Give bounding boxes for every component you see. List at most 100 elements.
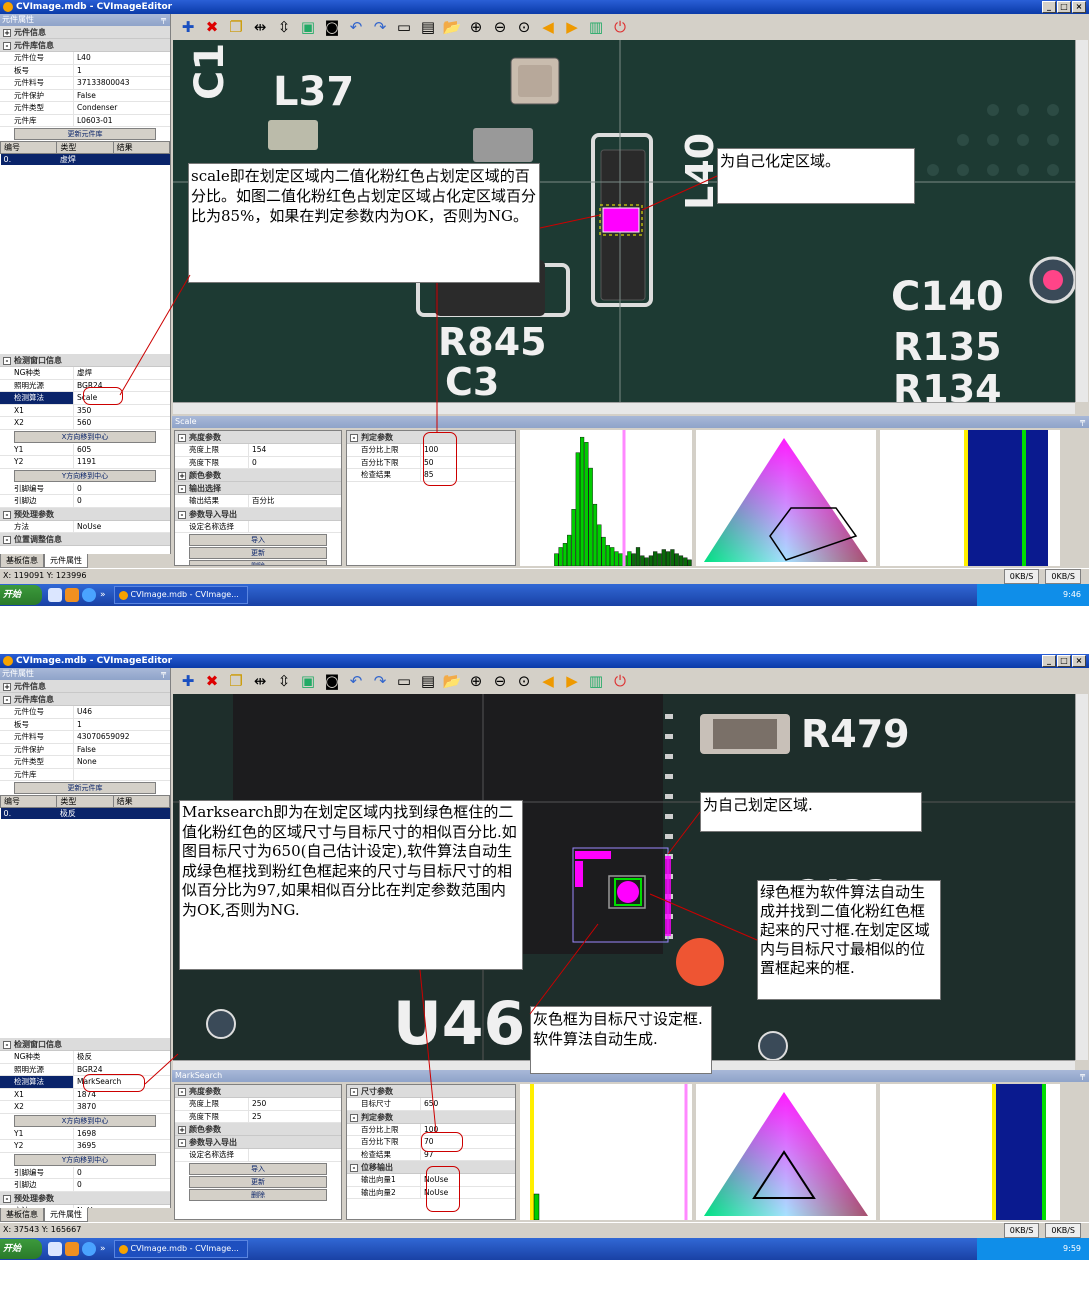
collapse-icon[interactable]: -	[3, 510, 11, 519]
prop-value[interactable]: 43070659092	[74, 731, 170, 743]
prop-row[interactable]: 元件料号 37133800043	[0, 77, 170, 90]
prop-row[interactable]: 引脚边 0	[0, 495, 170, 508]
prop-row[interactable]: 引脚边 0	[0, 1179, 170, 1192]
zoom-in-icon[interactable]: ⊕	[466, 17, 486, 37]
category-inspect-window[interactable]: - 检测窗口信息	[0, 1038, 170, 1051]
category-library-info[interactable]: - 元件库信息	[0, 39, 170, 52]
prop-row[interactable]: Y1 1698	[0, 1127, 170, 1140]
save-icon[interactable]: ▤	[418, 671, 438, 691]
taskbar-item[interactable]: CVImage.mdb - CVImage...	[113, 586, 248, 604]
vertical-scrollbar[interactable]	[1075, 694, 1088, 1060]
taskbar-item[interactable]: CVImage.mdb - CVImage...	[113, 1240, 248, 1258]
prop-value[interactable]: 605	[74, 444, 170, 456]
center-y-button[interactable]: Y方向移到中心	[14, 469, 156, 482]
prop-row[interactable]: 设定名称选择	[175, 520, 341, 533]
prop-value[interactable]: 0	[74, 1179, 170, 1191]
update-library-button[interactable]: 更新元件库	[14, 782, 156, 794]
col-no[interactable]: 编号	[0, 141, 58, 154]
prop-value[interactable]: 560	[74, 417, 170, 429]
prop-value[interactable]: 650	[421, 1098, 515, 1110]
category-brightness[interactable]: - 亮度参数	[175, 1085, 341, 1098]
prop-value[interactable]: 虚焊	[74, 367, 170, 379]
zoom-out-icon[interactable]: ⊖	[490, 17, 510, 37]
library-icon[interactable]: ▥	[586, 671, 606, 691]
prop-value[interactable]: L0603-01	[74, 115, 170, 127]
prop-row[interactable]: 引脚编号 0	[0, 482, 170, 495]
category-output[interactable]: - 输出选择	[175, 482, 341, 495]
prop-row[interactable]: 元件库 L0603-01	[0, 114, 170, 127]
collapse-icon[interactable]: -	[3, 696, 11, 704]
start-button[interactable]: 开始	[0, 585, 42, 605]
prop-row[interactable]: 元件保护 False	[0, 743, 170, 756]
prop-row[interactable]: X2 3870	[0, 1101, 170, 1114]
minimize-button[interactable]: _	[1042, 1, 1056, 13]
prop-row[interactable]: X1 350	[0, 404, 170, 417]
collapse-icon[interactable]: -	[3, 536, 11, 544]
update-button[interactable]: 更新	[189, 1175, 327, 1188]
prop-value[interactable]: L40	[74, 52, 170, 64]
prop-row[interactable]: X2 560	[0, 417, 170, 430]
category-import-export[interactable]: - 参数导入导出	[175, 1136, 341, 1149]
prev-icon[interactable]: ◀	[538, 671, 558, 691]
desktop-icon[interactable]	[48, 1242, 62, 1256]
delete-button[interactable]: 删除	[189, 560, 327, 565]
prop-value[interactable]: 百分比	[249, 495, 341, 507]
maximize-button[interactable]: □	[1057, 1, 1071, 13]
prop-row[interactable]: 元件位号 U46	[0, 706, 170, 719]
collapse-icon[interactable]: -	[3, 42, 11, 50]
prop-value[interactable]: 0	[74, 495, 170, 507]
col-no[interactable]: 编号	[0, 795, 58, 808]
category-preprocess[interactable]: - 预处理参数	[0, 1191, 170, 1205]
prop-value[interactable]: 1	[74, 65, 170, 77]
copy-icon[interactable]: ❐	[226, 671, 246, 691]
collapse-icon[interactable]: -	[3, 1041, 11, 1049]
prop-value[interactable]: 25	[249, 1111, 341, 1123]
collapse-icon[interactable]: -	[350, 1164, 358, 1172]
prop-row[interactable]: 设定名称选择	[175, 1149, 341, 1162]
prop-value[interactable]: 极反	[74, 1051, 170, 1063]
prop-row[interactable]: Y2 1191	[0, 456, 170, 469]
next-icon[interactable]: ▶	[562, 17, 582, 37]
list-item[interactable]: 0. 虚焊	[0, 153, 170, 165]
collapse-icon[interactable]: -	[178, 1139, 186, 1147]
category-inspect-window[interactable]: - 检测窗口信息	[0, 354, 170, 367]
prop-row[interactable]: 板号 1	[0, 64, 170, 77]
category-position-adjust[interactable]: -位置调整信息	[0, 533, 170, 546]
expand-icon[interactable]: +	[3, 29, 11, 37]
pin-icon[interactable]: ╤	[161, 14, 166, 26]
tab-base-info[interactable]: 基板信息	[0, 1208, 44, 1222]
image-icon[interactable]: ▣	[298, 17, 318, 37]
category-size[interactable]: - 尺寸参数	[347, 1085, 515, 1098]
category-import-export[interactable]: - 参数导入导出	[175, 507, 341, 521]
browser-icon[interactable]	[82, 1242, 96, 1256]
collapse-icon[interactable]: -	[178, 1088, 186, 1096]
vertical-scrollbar[interactable]	[1075, 40, 1088, 402]
minimize-button[interactable]: _	[1042, 655, 1056, 667]
fit-height-icon[interactable]: ⇳	[274, 671, 294, 691]
prop-row[interactable]: 元件料号 43070659092	[0, 731, 170, 744]
prop-row[interactable]: Y1 605	[0, 443, 170, 456]
prop-row[interactable]: 方法NoUse	[0, 520, 170, 533]
chevron-icon[interactable]: »	[100, 1244, 106, 1254]
prop-value[interactable]: 0	[74, 1167, 170, 1179]
category-color[interactable]: + 颜色参数	[175, 1123, 341, 1136]
center-x-button[interactable]: X方向移到中心	[14, 1114, 156, 1127]
add-icon[interactable]: ✚	[178, 17, 198, 37]
open-folder-icon[interactable]: 📂	[442, 17, 462, 37]
delete-icon[interactable]: ✖	[202, 671, 222, 691]
prop-value[interactable]: 1698	[74, 1128, 170, 1140]
tab-base-info[interactable]: 基板信息	[0, 554, 44, 568]
prop-row[interactable]: 元件类型 Condenser	[0, 102, 170, 115]
category-preprocess[interactable]: - 预处理参数	[0, 507, 170, 521]
category-component-info[interactable]: + 元件信息	[0, 680, 170, 693]
prop-row[interactable]: 亮度下限 0	[175, 456, 341, 469]
update-button[interactable]: 更新	[189, 547, 327, 559]
maximize-button[interactable]: □	[1057, 655, 1071, 667]
monitor-icon[interactable]: ▭	[394, 671, 414, 691]
prop-value[interactable]: 3695	[74, 1140, 170, 1152]
prop-row[interactable]: NG种类 虚焊	[0, 367, 170, 380]
col-result[interactable]: 结果	[112, 141, 171, 154]
prop-value[interactable]: 3870	[74, 1101, 170, 1113]
prop-row[interactable]: 元件类型 None	[0, 756, 170, 769]
delete-icon[interactable]: ✖	[202, 17, 222, 37]
